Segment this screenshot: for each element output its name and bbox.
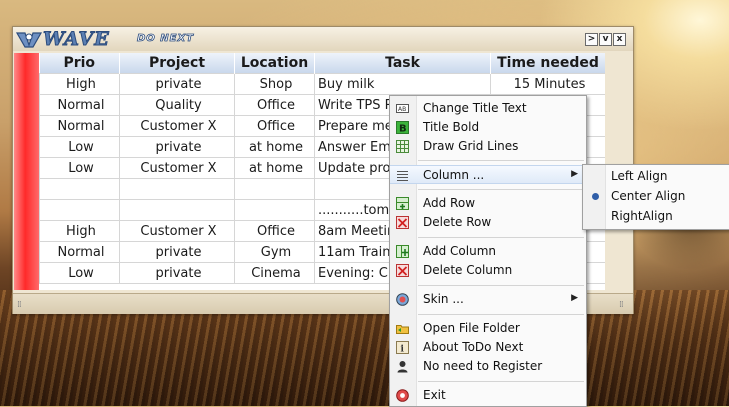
priority-marker-bar: [14, 53, 39, 290]
cell-prio[interactable]: [39, 178, 120, 200]
column-header-task[interactable]: Task: [314, 53, 491, 74]
info-icon: i: [396, 341, 409, 354]
cell-prio[interactable]: High: [39, 73, 120, 95]
close-button[interactable]: x: [613, 33, 626, 46]
text-field-icon: AB: [396, 104, 409, 113]
cell-task[interactable]: Buy milk: [314, 73, 491, 95]
app-logo: WAVE: [43, 28, 110, 51]
cell-project[interactable]: private: [119, 241, 235, 263]
cell-project[interactable]: Quality: [119, 94, 235, 116]
menu-item-delete-row[interactable]: Delete Row: [390, 213, 586, 232]
add-row-icon: [396, 197, 409, 210]
cell-prio[interactable]: Normal: [39, 241, 120, 263]
cell-project[interactable]: Customer X: [119, 157, 235, 179]
svg-text:i: i: [401, 345, 405, 355]
menu-item-column[interactable]: Column ... ▶: [390, 165, 586, 184]
menu-item-about[interactable]: i About ToDo Next: [390, 338, 586, 357]
cell-prio[interactable]: High: [39, 220, 120, 242]
menu-separator: [418, 189, 584, 190]
menu-item-add-column[interactable]: Add Column: [390, 242, 586, 261]
cell-location[interactable]: [234, 178, 315, 200]
cell-project[interactable]: Customer X: [119, 115, 235, 137]
cell-project[interactable]: private: [119, 73, 235, 95]
cell-project[interactable]: private: [119, 262, 235, 284]
title-bar[interactable]: WAVE DO NEXT > v x: [13, 27, 633, 51]
column-header-time[interactable]: Time needed: [490, 53, 605, 74]
svg-text:AB: AB: [398, 106, 406, 113]
cell-prio[interactable]: Normal: [39, 115, 120, 137]
align-icon: [397, 171, 408, 181]
cell-prio[interactable]: Normal: [39, 94, 120, 116]
column-header-location[interactable]: Location: [234, 53, 315, 74]
menu-item-add-row[interactable]: Add Row: [390, 194, 586, 213]
cell-location[interactable]: at home: [234, 136, 315, 158]
delete-row-icon: [396, 216, 409, 229]
left-grip-icon[interactable]: ⁞⁞: [17, 300, 22, 310]
menu-item-open-folder[interactable]: Open File Folder: [390, 319, 586, 338]
cell-location[interactable]: Gym: [234, 241, 315, 263]
skin-icon: [396, 293, 409, 306]
table-row[interactable]: High private Shop Buy milk 15 Minutes: [39, 73, 605, 95]
cell-location[interactable]: Shop: [234, 73, 315, 95]
cell-time[interactable]: 15 Minutes: [490, 73, 605, 95]
column-header-prio[interactable]: Prio: [39, 53, 120, 74]
submenu-arrow-icon: ▶: [571, 169, 578, 179]
cell-project[interactable]: [119, 199, 235, 221]
submenu-item-right-align[interactable]: RightAlign: [583, 207, 729, 226]
cell-location[interactable]: Office: [234, 220, 315, 242]
forward-button[interactable]: >: [585, 33, 598, 46]
menu-item-title-bold[interactable]: B Title Bold: [390, 118, 586, 137]
user-icon: [397, 361, 408, 373]
column-align-submenu: Left Align Center Align RightAlign: [582, 164, 729, 230]
delete-column-icon: [396, 264, 409, 277]
submenu-arrow-icon: ▶: [571, 293, 578, 303]
wave-logo-icon: [15, 32, 43, 48]
header-row: Prio Project Location Task Time needed: [39, 53, 605, 74]
menu-item-exit[interactable]: Exit: [390, 386, 586, 405]
bold-icon: B: [396, 121, 409, 134]
context-menu: AB Change Title Text B Title Bold Draw G…: [389, 95, 587, 407]
cell-location[interactable]: [234, 199, 315, 221]
menu-separator: [418, 381, 584, 382]
exit-icon: [396, 389, 409, 402]
cell-location[interactable]: Office: [234, 94, 315, 116]
menu-item-change-title[interactable]: AB Change Title Text: [390, 99, 586, 118]
cell-project[interactable]: Customer X: [119, 220, 235, 242]
app-subtitle: DO NEXT: [137, 33, 195, 45]
menu-separator: [418, 314, 584, 315]
cell-project[interactable]: [119, 178, 235, 200]
column-header-project[interactable]: Project: [119, 53, 235, 74]
submenu-item-center-align[interactable]: Center Align: [583, 187, 729, 206]
selected-radio-icon: [592, 193, 599, 200]
menu-separator: [418, 285, 584, 286]
menu-separator: [418, 160, 584, 161]
menu-separator: [418, 237, 584, 238]
folder-icon: [396, 325, 409, 334]
grid-icon: [396, 140, 409, 153]
cell-prio[interactable]: Low: [39, 157, 120, 179]
menu-item-register[interactable]: No need to Register: [390, 357, 586, 376]
cell-location[interactable]: Office: [234, 115, 315, 137]
resize-grip-icon[interactable]: ⁞⁞: [619, 300, 624, 310]
menu-item-skin[interactable]: Skin ... ▶: [390, 290, 586, 309]
add-column-icon: [396, 245, 409, 258]
cell-location[interactable]: at home: [234, 157, 315, 179]
cell-prio[interactable]: Low: [39, 262, 120, 284]
menu-item-draw-grid[interactable]: Draw Grid Lines: [390, 137, 586, 156]
cell-prio[interactable]: [39, 199, 120, 221]
svg-text:B: B: [399, 124, 407, 135]
cell-project[interactable]: private: [119, 136, 235, 158]
menu-item-delete-column[interactable]: Delete Column: [390, 261, 586, 280]
cell-prio[interactable]: Low: [39, 136, 120, 158]
submenu-item-left-align[interactable]: Left Align: [583, 167, 729, 186]
minimize-button[interactable]: v: [599, 33, 612, 46]
cell-location[interactable]: Cinema: [234, 262, 315, 284]
